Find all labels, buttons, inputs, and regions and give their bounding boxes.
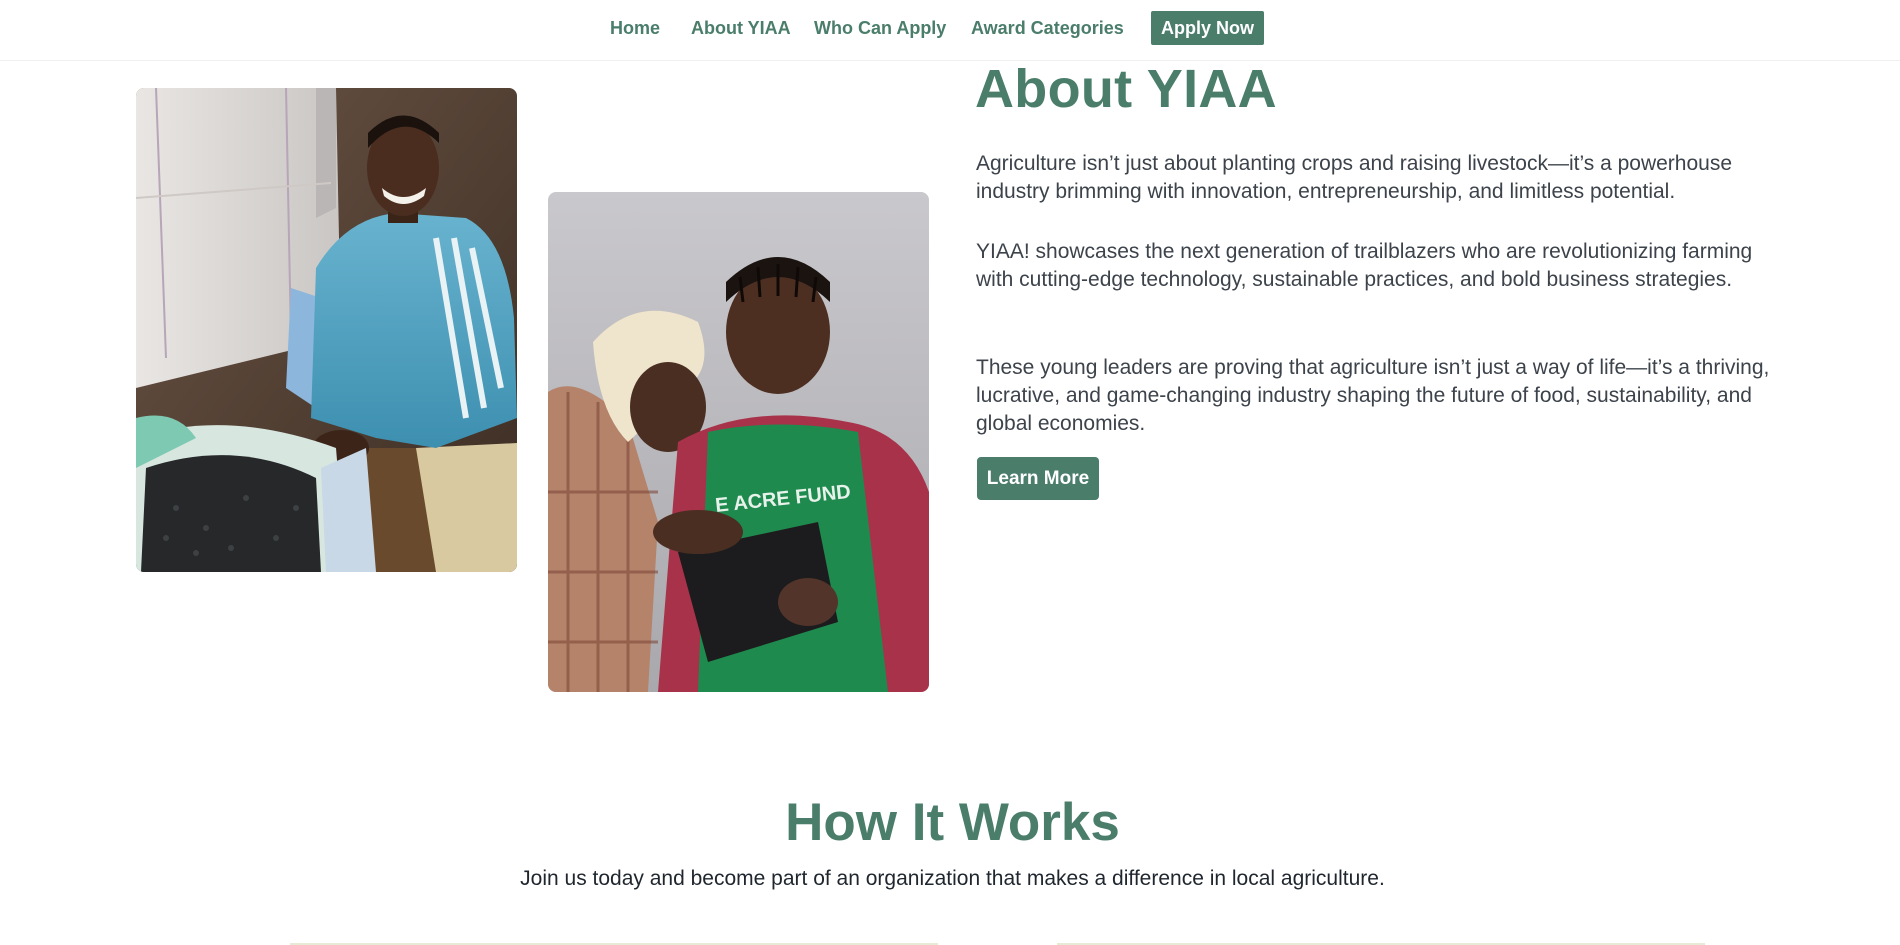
top-navbar: Home About YIAA Who Can Apply Award Cate… [0,0,1900,61]
photo-farmer-with-seed-sacks [136,88,517,572]
nav-link-about[interactable]: About YIAA [691,18,791,39]
women-with-tablet-illustration: E ACRE FUND [548,192,929,692]
nav-link-who-can-apply[interactable]: Who Can Apply [814,18,946,39]
about-paragraph-3: These young leaders are proving that agr… [976,356,1770,435]
about-paragraph-1: Agriculture isn’t just about planting cr… [976,152,1733,203]
farmer-seed-sacks-illustration [136,88,517,572]
learn-more-button[interactable]: Learn More [977,457,1099,500]
how-it-works-subtitle: Join us today and become part of an orga… [520,867,1385,890]
nav-link-home[interactable]: Home [610,18,660,39]
nav-link-award-categories[interactable]: Award Categories [971,18,1124,39]
apply-now-button[interactable]: Apply Now [1151,11,1264,45]
photo-women-with-tablet: E ACRE FUND [548,192,929,692]
about-paragraph-2: YIAA! showcases the next generation of t… [976,240,1753,291]
how-it-works-title: How It Works [785,793,1120,852]
about-title: About YIAA [975,59,1277,119]
